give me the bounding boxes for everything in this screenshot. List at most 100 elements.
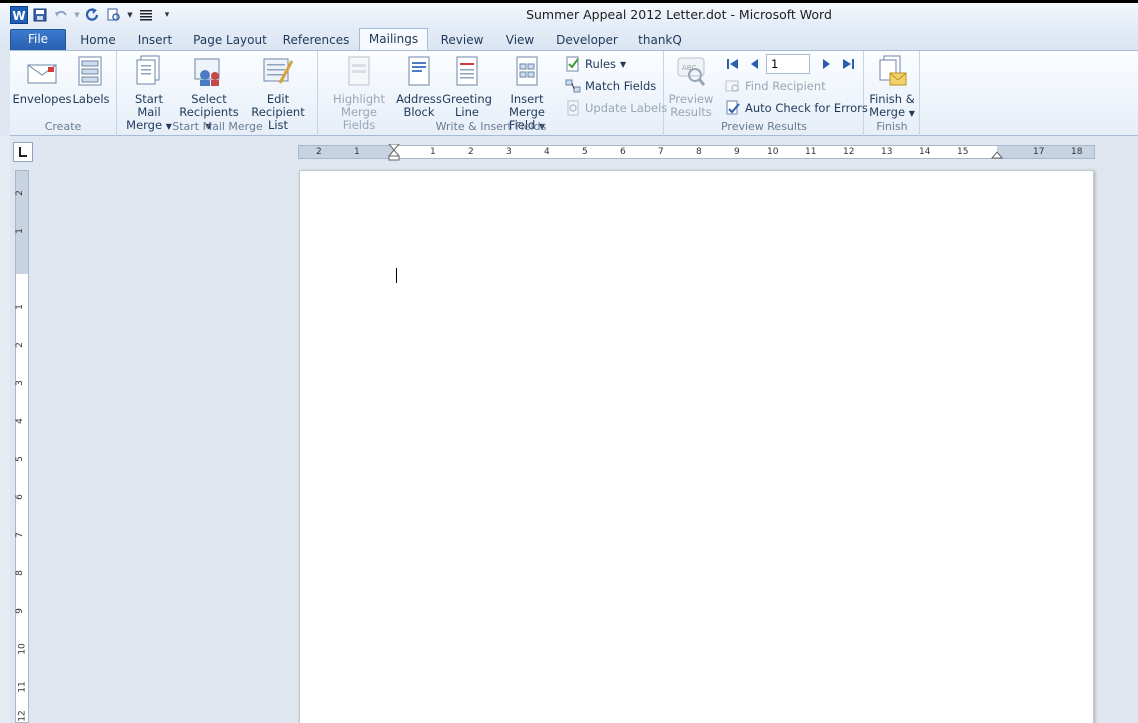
labels-button[interactable]: Labels xyxy=(71,55,111,106)
ruler-number: 4 xyxy=(544,147,550,157)
insert-merge-field-label-1: Insert Merge xyxy=(509,92,545,119)
ribbon-tabs: File Home Insert Page Layout References … xyxy=(0,28,1138,51)
tab-insert[interactable]: Insert xyxy=(132,31,178,51)
horizontal-ruler[interactable]: 2 1 1 2 3 4 5 6 7 8 9 10 11 12 13 14 15 … xyxy=(298,144,1095,162)
ruler-number: 10 xyxy=(17,643,28,655)
finish-merge-icon xyxy=(876,55,908,89)
group-preview-results-label: Preview Results xyxy=(720,120,808,133)
tab-thankq[interactable]: thankQ xyxy=(634,31,686,51)
text-cursor xyxy=(396,268,397,283)
preview-results-button[interactable]: ABC Preview Results xyxy=(667,55,715,119)
update-labels-icon xyxy=(565,100,581,116)
tab-developer[interactable]: Developer xyxy=(554,31,620,51)
rules-button[interactable]: Rules ▼ xyxy=(565,55,626,73)
ruler-number: 1 xyxy=(354,147,360,157)
ruler-number: 17 xyxy=(1033,147,1045,157)
title-bar: W ▼ ▼ ▾ Summer Appeal 2012 Letter.dot - … xyxy=(0,0,1138,28)
find-recipient-button[interactable]: Find Recipient xyxy=(725,77,826,95)
ruler-number: 2 xyxy=(316,147,322,157)
right-indent-marker-icon[interactable] xyxy=(991,148,1003,160)
ruler-number: 4 xyxy=(14,418,25,424)
tab-file[interactable]: File xyxy=(10,29,66,50)
vertical-ruler[interactable]: 2 1 1 2 3 4 5 6 7 8 9 10 11 12 xyxy=(15,170,29,723)
group-start-mail-merge: Start Mail Merge ▼ Select Recipients ▼ E… xyxy=(118,51,318,136)
envelopes-button[interactable]: Envelopes xyxy=(12,55,72,106)
group-write-insert-fields: Highlight Merge Fields Address Block Gre… xyxy=(319,51,667,136)
ruler-number: 7 xyxy=(658,147,664,157)
find-recipient-icon xyxy=(725,78,741,94)
address-block-button[interactable]: Address Block xyxy=(396,55,442,119)
ruler-number: 6 xyxy=(14,494,25,500)
preview-results-icon: ABC xyxy=(675,55,707,89)
ruler-top-margin xyxy=(16,171,28,274)
ruler-number: 12 xyxy=(17,710,28,722)
svg-text:ABC: ABC xyxy=(682,64,696,72)
greeting-line-button[interactable]: Greeting Line xyxy=(442,55,492,119)
find-recipient-label: Find Recipient xyxy=(745,79,826,93)
update-labels-button[interactable]: Update Labels xyxy=(565,99,667,117)
record-number-input[interactable] xyxy=(766,54,810,74)
next-record-icon[interactable] xyxy=(819,57,833,71)
chevron-down-icon: ▼ xyxy=(908,109,915,118)
tab-mailings[interactable]: Mailings xyxy=(359,28,428,51)
start-mail-merge-icon xyxy=(133,55,165,89)
envelopes-label: Envelopes xyxy=(12,92,72,106)
insert-merge-field-icon xyxy=(511,55,543,89)
group-create: Envelopes Labels Create xyxy=(10,51,117,136)
envelope-icon xyxy=(26,55,58,89)
auto-check-errors-button[interactable]: Auto Check for Errors xyxy=(725,99,868,117)
tab-selector-button[interactable] xyxy=(13,142,33,162)
first-record-icon[interactable] xyxy=(726,57,740,71)
group-finish: Finish & Merge ▼ Finish xyxy=(865,51,920,136)
match-fields-button[interactable]: Match Fields xyxy=(565,77,656,95)
greeting-line-icon xyxy=(451,55,483,89)
preview-results-label-2: Results xyxy=(670,105,712,119)
rules-label: Rules xyxy=(585,57,617,71)
ruler-number: 2 xyxy=(468,147,474,157)
tab-view[interactable]: View xyxy=(500,31,540,51)
window-title: Summer Appeal 2012 Letter.dot - Microsof… xyxy=(526,7,832,22)
ruler-number: 6 xyxy=(620,147,626,157)
edit-recipient-list-icon xyxy=(262,55,294,89)
ruler-number: 14 xyxy=(919,147,931,157)
ruler-number: 13 xyxy=(881,147,893,157)
tab-home[interactable]: Home xyxy=(76,31,120,51)
rules-icon xyxy=(565,56,581,72)
match-fields-icon xyxy=(565,78,581,94)
tab-references[interactable]: References xyxy=(281,31,351,51)
ruler-number: 11 xyxy=(17,681,28,693)
select-recipients-icon xyxy=(193,55,225,89)
document-page[interactable] xyxy=(299,170,1094,723)
labels-icon xyxy=(75,55,107,89)
chevron-down-icon: ▼ xyxy=(620,59,627,69)
finish-merge-button[interactable]: Finish & Merge ▼ xyxy=(867,55,917,120)
ribbon-mailings: Envelopes Labels Create Start Mail Merge… xyxy=(10,50,1138,136)
tab-page-layout[interactable]: Page Layout xyxy=(192,31,268,51)
ruler-number: 3 xyxy=(14,380,25,386)
ruler-number: 1 xyxy=(14,228,25,234)
finish-merge-label-2: Merge ▼ xyxy=(869,106,915,120)
group-write-insert-fields-label: Write & Insert Fields xyxy=(435,120,547,133)
ruler-number: 10 xyxy=(767,147,779,157)
greeting-line-label-2: Line xyxy=(455,105,479,119)
group-finish-label: Finish xyxy=(876,120,908,133)
ruler-number: 11 xyxy=(805,147,817,157)
group-start-mail-merge-label: Start Mail Merge xyxy=(172,120,263,133)
indent-marker-icon[interactable] xyxy=(388,144,400,162)
last-record-icon[interactable] xyxy=(841,57,855,71)
auto-check-errors-label: Auto Check for Errors xyxy=(745,101,868,115)
update-labels-label: Update Labels xyxy=(585,101,668,115)
ruler-number: 2 xyxy=(14,190,25,196)
match-fields-label: Match Fields xyxy=(585,79,657,93)
ruler-number: 8 xyxy=(696,147,702,157)
address-block-icon xyxy=(403,55,435,89)
tab-review[interactable]: Review xyxy=(438,31,486,51)
ruler-number: 5 xyxy=(582,147,588,157)
ruler-number: 7 xyxy=(14,532,25,538)
ruler-number: 8 xyxy=(14,570,25,576)
ruler-number: 12 xyxy=(843,147,855,157)
start-mail-merge-label-1: Start Mail xyxy=(134,92,164,119)
ruler-left-margin xyxy=(299,146,394,158)
ruler-number: 3 xyxy=(506,147,512,157)
previous-record-icon[interactable] xyxy=(748,57,762,71)
